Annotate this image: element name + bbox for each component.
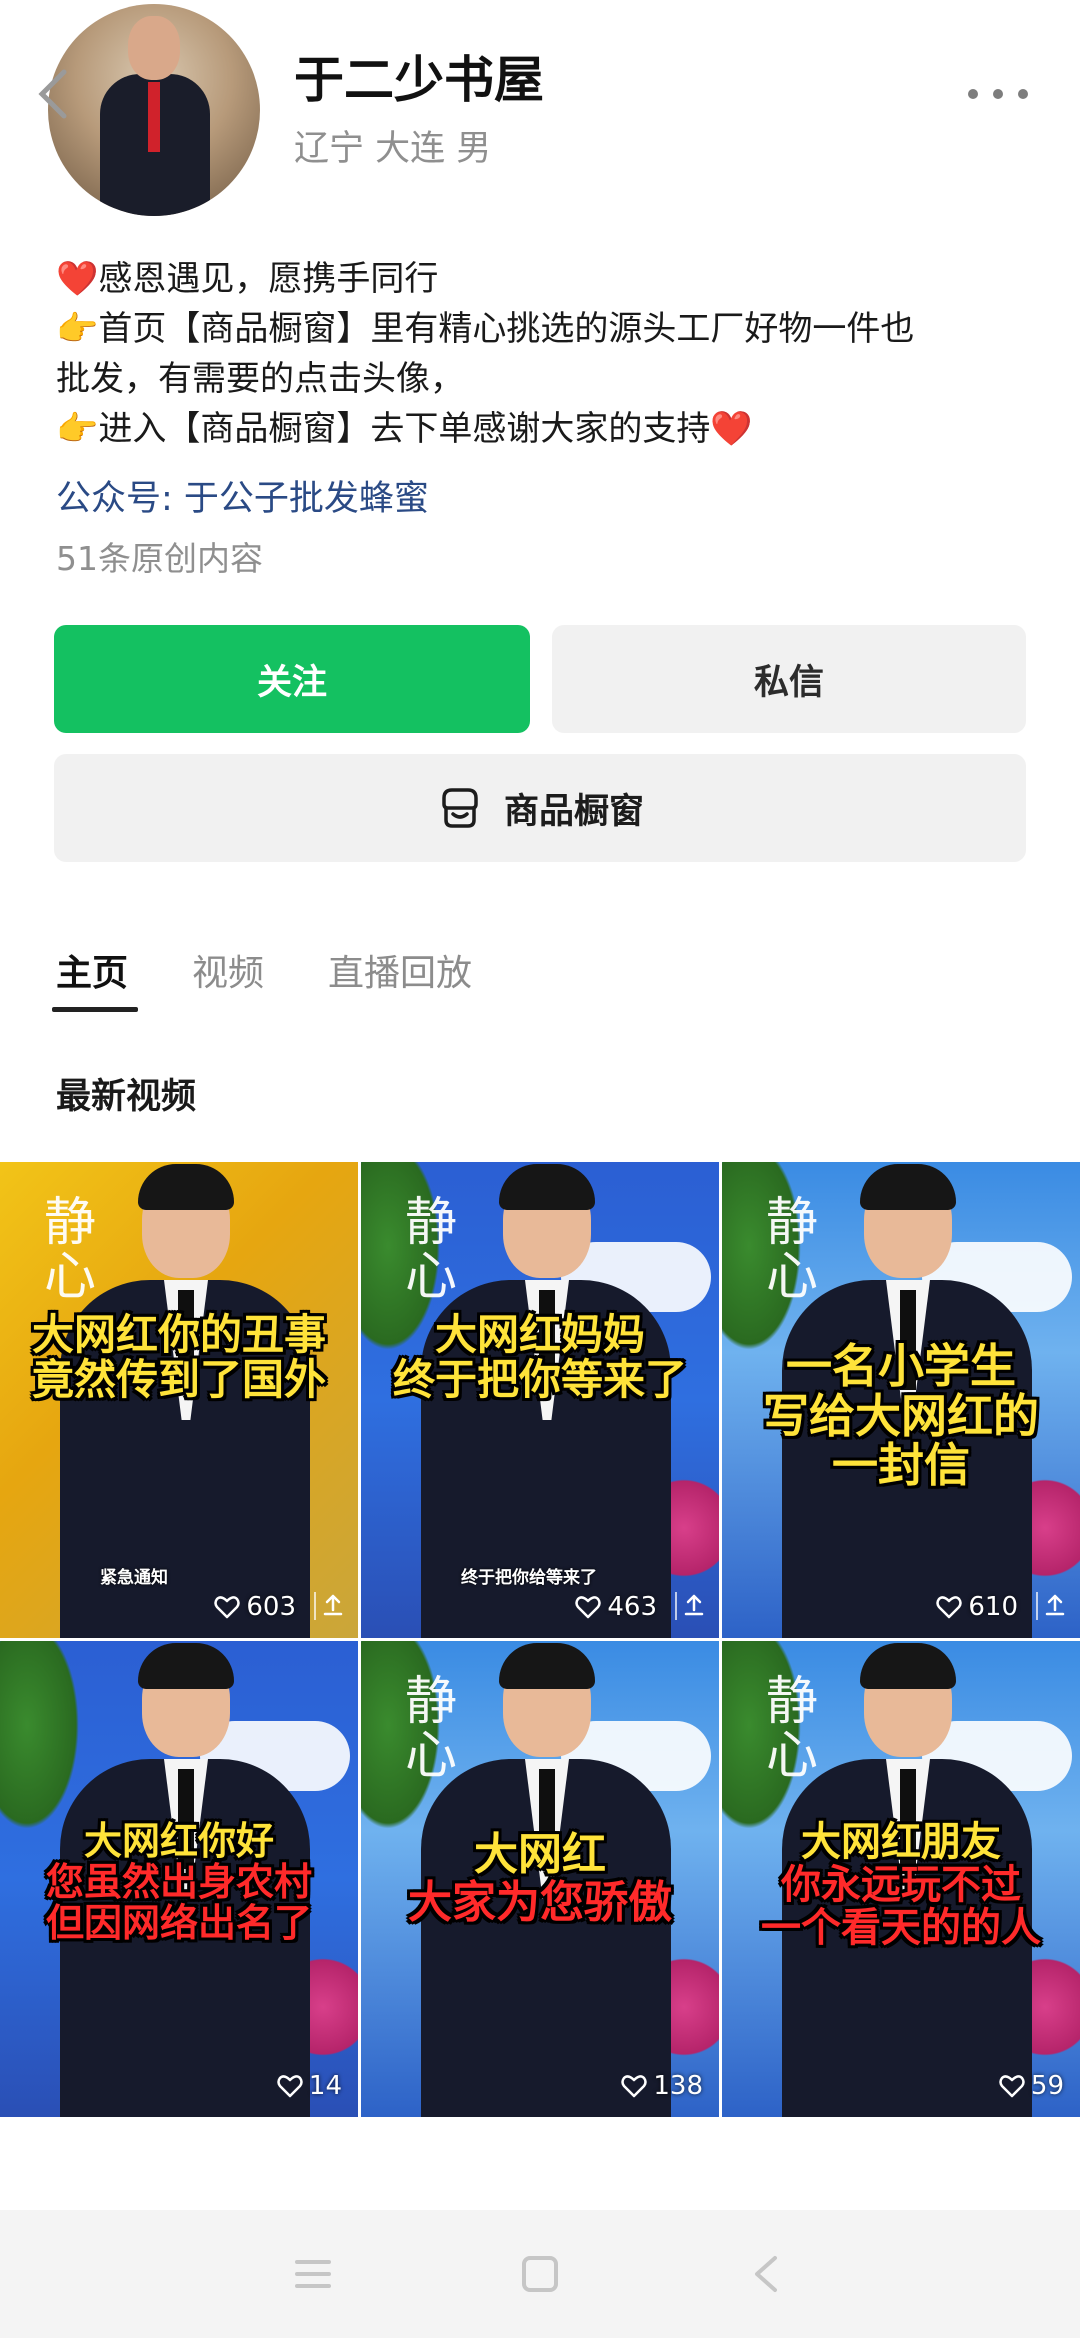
overlay-line: 但因网络出名了 [45, 1901, 312, 1946]
back-triangle-icon[interactable] [745, 2252, 789, 2296]
follow-button[interactable]: 关注 [54, 625, 530, 733]
video-title-overlay: 大网红朋友 你永远玩不过 一个看天的的人 [730, 1819, 1072, 1952]
like-count-value: 138 [653, 2071, 703, 2101]
dot [1018, 89, 1028, 99]
overlay-line: 竟然传到了国外 [31, 1355, 326, 1405]
person-hair [499, 1643, 595, 1689]
overlay-line: 你永远玩不过 [781, 1862, 1021, 1909]
overlay-line: 一个看天的的人 [761, 1905, 1041, 1952]
menu-icon[interactable] [291, 2252, 335, 2296]
shop-window-button[interactable]: 商品橱窗 [54, 754, 1026, 862]
dot [993, 89, 1003, 99]
video-caption: 紧急通知 [100, 1568, 168, 1588]
heart-icon [621, 2075, 648, 2098]
video-title-overlay: 一名小学生 写给大网红的 一封信 [730, 1339, 1072, 1493]
tab-home[interactable]: 主页 [51, 944, 139, 1014]
overlay-line: 大家为您骄傲 [408, 1876, 672, 1928]
person-hair [138, 1164, 234, 1210]
heart-icon [214, 1596, 241, 1619]
profile-name: 于二少书屋 [294, 51, 544, 109]
like-count: 59 [999, 2071, 1064, 2101]
watermark-text: 静心 [765, 1193, 818, 1307]
wechat-link[interactable]: 公众号: 于公子批发蜂蜜 [56, 470, 429, 521]
bio-line: 批发，有需要的点击头像， [56, 359, 464, 399]
video-title-overlay: 大网红妈妈 终于把你等来了 [369, 1312, 711, 1403]
profile-bio: ❤️感恩遇见，愿携手同行 👉首页【商品橱窗】里有精心挑选的源头工厂好物一件也 批… [56, 254, 1036, 454]
message-button[interactable]: 私信 [552, 625, 1026, 733]
bio-line: 👉进入【商品橱窗】去下单感谢大家的支持❤️ [56, 409, 753, 449]
home-square-icon[interactable] [518, 2252, 562, 2296]
like-count-value: 59 [1030, 2071, 1064, 2101]
person-hair [138, 1643, 234, 1689]
shop-window-label: 商品橱窗 [503, 791, 644, 832]
heart-icon [575, 1596, 602, 1619]
like-count: 610 [936, 1592, 1018, 1622]
watermark-text: 静心 [765, 1672, 818, 1786]
video-grid: 静心 大网红你的丑事 竟然传到了国外 紧急通知 603 静心 大网红妈妈 终于把你等来了 终于把… [0, 1162, 1080, 2117]
person-hair [860, 1164, 956, 1210]
video-title-overlay: 大网红 大家为您骄傲 [369, 1831, 711, 1926]
overlay-line: 大网红你的丑事 [31, 1310, 326, 1359]
like-count-value: 610 [968, 1592, 1018, 1622]
share-icon[interactable] [675, 1592, 704, 1620]
like-count: 138 [621, 2071, 703, 2101]
more-dots-icon[interactable] [968, 86, 1028, 102]
like-count-value: 14 [308, 2071, 342, 2101]
watermark-text: 静心 [43, 1193, 96, 1307]
overlay-line: 大网红朋友 [801, 1819, 1001, 1865]
system-nav-bar [0, 2210, 1080, 2338]
heart-icon [999, 2075, 1025, 2098]
video-thumbnail[interactable]: 静心大网红朋友 你永远玩不过 一个看天的的人 59 [722, 1641, 1080, 2117]
watermark-text: 静心 [404, 1672, 457, 1786]
heart-icon [936, 1596, 963, 1619]
video-caption: 终于把你给等来了 [461, 1568, 597, 1588]
profile-tabs: 主页 视频 直播回放 [51, 944, 472, 1014]
overlay-line: 大网红你好 [83, 1819, 274, 1863]
watermark-text: 静心 [404, 1193, 457, 1307]
bio-line: ❤️感恩遇见，愿携手同行 [56, 259, 439, 299]
profile-location: 辽宁 大连 男 [294, 129, 492, 169]
video-thumbnail[interactable]: 静心 大网红 大家为您骄傲 138 [361, 1641, 719, 2117]
overlay-line: 您虽然出身农村 [45, 1860, 312, 1905]
overlay-line: 大网红 [474, 1829, 606, 1880]
overlay-line: 大网红妈妈 [434, 1310, 645, 1359]
avatar[interactable] [48, 4, 260, 216]
overlay-line: 一封信 [832, 1438, 970, 1493]
share-icon[interactable] [314, 1592, 343, 1620]
video-thumbnail[interactable]: 静心一名小学生 写给大网红的 一封信 610 [722, 1162, 1080, 1638]
video-title-overlay: 大网红你的丑事 竟然传到了国外 [8, 1312, 350, 1403]
profile-page: 于二少书屋 辽宁 大连 男 ❤️感恩遇见，愿携手同行 👉首页【商品橱窗】里有精心… [0, 0, 1080, 2338]
section-title: 最新视频 [56, 1077, 197, 1117]
original-count: 51条原创内容 [56, 539, 263, 578]
overlay-line: 一名小学生 [786, 1339, 1016, 1393]
overlay-line: 写给大网红的 [763, 1388, 1039, 1443]
avatar-face [128, 16, 180, 80]
heart-icon [277, 2075, 303, 2098]
video-thumbnail[interactable]: 大网红你好 您虽然出身农村 但因网络出名了 14 [0, 1641, 358, 2117]
shop-bag-icon [436, 784, 484, 832]
avatar-tie [148, 82, 160, 152]
overlay-line: 终于把你等来了 [392, 1355, 687, 1405]
like-count: 463 [575, 1592, 657, 1622]
tab-live-replay[interactable]: 直播回放 [328, 944, 472, 1014]
person-hair [860, 1643, 956, 1689]
share-icon[interactable] [1036, 1592, 1065, 1620]
video-thumbnail[interactable]: 静心 大网红妈妈 终于把你等来了终于把你给等来了 463 [361, 1162, 719, 1638]
video-thumbnail[interactable]: 静心 大网红你的丑事 竟然传到了国外紧急通知 603 [0, 1162, 358, 1638]
like-count-value: 463 [607, 1592, 657, 1622]
tab-videos[interactable]: 视频 [192, 944, 264, 1014]
like-count: 14 [277, 2071, 342, 2101]
like-count: 603 [214, 1592, 296, 1622]
person-hair [499, 1164, 595, 1210]
dot [968, 89, 978, 99]
like-count-value: 603 [246, 1592, 296, 1622]
video-title-overlay: 大网红你好 您虽然出身农村 但因网络出名了 [8, 1819, 350, 1946]
chevron-left-icon[interactable] [32, 66, 76, 122]
bio-line: 👉首页【商品橱窗】里有精心挑选的源头工厂好物一件也 [56, 309, 915, 349]
